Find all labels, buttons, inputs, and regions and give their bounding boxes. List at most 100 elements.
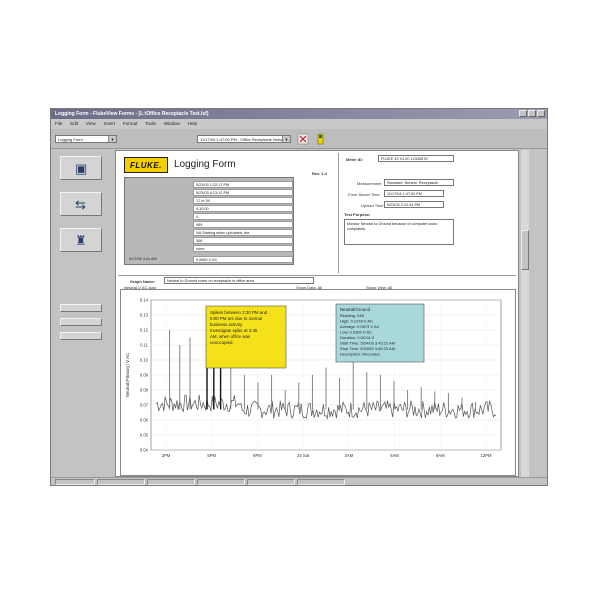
info-row: 5/23/03 6:13:12 PM <box>193 189 293 196</box>
annotation-cyan-line: Stop Time: 5/24/03 3:45:23 AM <box>340 346 395 351</box>
menu-item-insert[interactable]: Insert <box>104 121 115 126</box>
y-axis-label: Neutral(Primary) V AC <box>125 352 130 397</box>
upload-time-label: Upload Time <box>361 203 384 208</box>
left-panel: ▣ ⇆ ♜ <box>51 150 114 475</box>
horizontal-divider <box>118 275 516 276</box>
annotation-cyan-line: Start Time: 5/24/03 3:45:22 AM <box>340 341 395 346</box>
chart-area: 0.14 0.13 0.12 0.11 0.10 0.09 0.08 0.07 0.06 0.05… <box>120 289 516 476</box>
page-title: Logging Form <box>174 159 236 170</box>
annotation-yellow-text: Spikes between 2:30 PM and <box>210 310 268 315</box>
menu-item-help[interactable]: Help <box>188 121 197 126</box>
rev-label: Rev. 1.4 <box>312 171 327 176</box>
fluke-logo-text: FLUKE. <box>130 161 162 170</box>
x-tick-label: 2PM <box>162 453 171 458</box>
annotation-cyan-line: Reading: 546 <box>340 313 365 318</box>
right-panel <box>531 150 547 477</box>
x-tick-label: 24 Sat <box>297 453 310 458</box>
menu-item-format[interactable]: Format <box>123 121 137 126</box>
transfer-button[interactable]: ⇆ <box>60 192 102 216</box>
title-bar: Logging Form - FlukeView Forms - [L:\Off… <box>51 109 547 119</box>
form-content: FLUKE. Logging Form Rev. 1.4 5/17/04 4:4… <box>115 150 519 477</box>
app-window: Logging Form - FlukeView Forms - [L:\Off… <box>50 108 548 486</box>
chevron-down-icon[interactable]: ▼ <box>282 136 290 142</box>
annotation-cyan-line: Average: 0.0673 V AC <box>340 324 380 329</box>
transfer-icon: ⇆ <box>75 197 86 212</box>
status-cell-3 <box>147 479 195 485</box>
info-row: 17 hr 00 <box>193 197 293 204</box>
window-controls <box>519 110 545 117</box>
form-select[interactable]: Logging Form ▼ <box>55 135 117 143</box>
x-tick-label: 12PM <box>481 453 492 458</box>
graph-name-field[interactable]: Neutral to Ground noise on receptacle in… <box>164 277 314 284</box>
toolbar: Logging Form ▼ 11/17/04 1:47:00 PM - Off… <box>51 129 547 149</box>
y-tick-label: 0.04 <box>140 448 149 453</box>
x-tick-label: 8PM <box>253 453 262 458</box>
y-tick-label: 0.06 <box>140 418 149 423</box>
x-tick-label: 6AM <box>390 453 399 458</box>
annotation-yellow-text: business activity. <box>210 322 243 327</box>
measurement-field[interactable]: Standard, Neutral, Receptacle <box>384 179 454 186</box>
y-tick-label: 0.09 <box>140 373 149 378</box>
upload-time-field[interactable]: 5/23/03 2:10:34 PM <box>384 201 444 208</box>
side-button-3[interactable] <box>60 332 102 340</box>
annotation-cyan-line: Duration: 0:00:01:0 <box>340 335 375 340</box>
minimize-button[interactable] <box>519 110 527 117</box>
menu-item-view[interactable]: View <box>86 121 96 126</box>
y-tick-label: 0.11 <box>140 343 149 348</box>
form-saved-field[interactable]: 11/17/04 1:47:00 PM <box>384 190 444 197</box>
graph-name-label: Graph Name: <box>130 279 156 284</box>
fluke-logo: FLUKE. <box>124 157 168 173</box>
find-button[interactable]: ♜ <box>60 228 102 252</box>
annotation-cyan-title: Neutral/Ground <box>340 307 371 312</box>
binoculars-icon: ♜ <box>75 233 87 248</box>
meter-id-label: Meter ID: <box>346 157 364 162</box>
info-row: NA Starting when uploaded: the <box>193 229 293 236</box>
info-row: 999 <box>193 221 293 228</box>
y-tick-label: 0.08 <box>140 388 149 393</box>
status-cell-5 <box>247 479 295 485</box>
y-tick-label: 0.13 <box>140 313 149 318</box>
status-bar <box>51 477 547 485</box>
info-row: 4 <box>193 213 293 220</box>
document-icon: ▣ <box>75 161 88 176</box>
form-select-value: Logging Form <box>58 137 83 142</box>
upload-tool-icon[interactable] <box>315 133 327 145</box>
menu-item-window[interactable]: Window <box>164 121 180 126</box>
info-row: none <box>193 245 293 252</box>
x-tick-label: 3AM <box>345 453 354 458</box>
chevron-down-icon[interactable]: ▼ <box>108 136 116 142</box>
menu-item-edit[interactable]: Edit <box>70 121 78 126</box>
test-purpose-field[interactable]: Monitor Neutral to Ground because of com… <box>344 219 454 245</box>
side-button-1[interactable] <box>60 304 102 312</box>
y-tick-label: 0.05 <box>140 433 149 438</box>
info-bottom-left: 5/17/04 4:41 AM <box>127 256 185 263</box>
menu-item-tools[interactable]: Tools <box>145 121 156 126</box>
session-select-value: 11/17/04 1:47:00 PM - Office Receptacle … <box>200 137 284 142</box>
maximize-button[interactable] <box>528 110 536 117</box>
window-title: Logging Form - FlukeView Forms - [L:\Off… <box>55 111 209 117</box>
status-cell-6 <box>297 479 345 485</box>
annotation-yellow-text: unoccupied. <box>210 340 234 345</box>
scrollbar-thumb[interactable] <box>521 230 529 270</box>
x-tick-label: 5PM <box>207 453 216 458</box>
annotation-cyan-line: Low: 0.0360 V AC <box>340 330 372 335</box>
annotation-cyan-line: High: 0.1378 V AC <box>340 319 373 324</box>
form-saved-label: Form Saved Time <box>348 192 380 197</box>
form-view-button[interactable]: ▣ <box>60 156 102 180</box>
close-button[interactable] <box>537 110 545 117</box>
status-cell-1 <box>55 479 95 485</box>
menu-item-file[interactable]: File <box>55 121 62 126</box>
cancel-tool-icon[interactable] <box>297 133 309 145</box>
vertical-divider <box>338 153 339 273</box>
annotation-yellow-text: Investigate spike at 3:45 <box>210 328 258 333</box>
annotation-yellow-text: 5:00 PM are due to normal <box>210 316 262 321</box>
vertical-scrollbar[interactable] <box>521 150 529 477</box>
meter-id-field[interactable]: FLUKE 43 V1.20 12345678 <box>378 155 454 162</box>
side-button-2[interactable] <box>60 318 102 326</box>
annotation-cyan-line: Description: Recorded <box>340 352 380 357</box>
menu-bar: File Edit View Insert Format Tools Window Help <box>51 119 547 129</box>
session-select[interactable]: 11/17/04 1:47:00 PM - Office Receptacle … <box>197 135 291 143</box>
info-bottom-right: 0.0680 V AC <box>193 256 293 263</box>
info-row: 306 <box>193 237 293 244</box>
info-row: 5/23/03 1:22:17 PM <box>193 181 293 188</box>
